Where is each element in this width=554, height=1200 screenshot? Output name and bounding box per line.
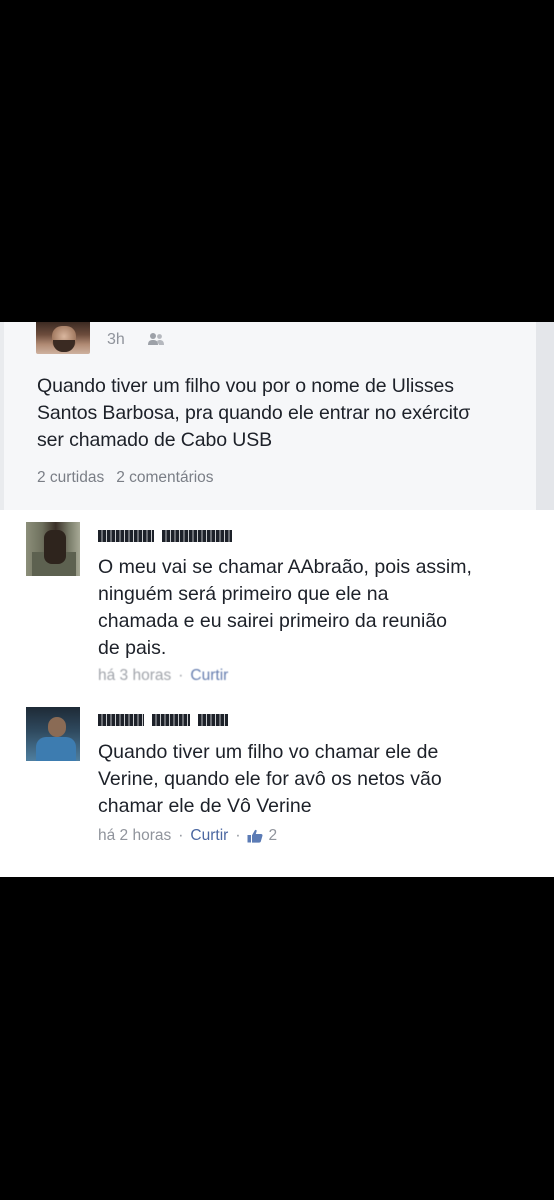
avatar-shape <box>36 737 76 761</box>
comment-meta: há 2 horas · Curtir · 2 <box>98 827 277 845</box>
post-text: Quando tiver um filho vou por o nome de … <box>37 373 507 454</box>
thumbs-up-icon[interactable] <box>247 829 264 843</box>
pixelated-name <box>98 714 144 726</box>
likes-count[interactable]: 2 curtidas <box>37 469 104 486</box>
comment-text-line: O meu vai se chamar AAbraão, pois assim, <box>98 556 472 578</box>
comment-text-line: Verine, quando ele for avô os netos vão <box>98 768 442 790</box>
comment-timestamp[interactable]: há 3 horas <box>98 667 171 685</box>
post-text-line: ser chamado de Cabo USB <box>37 429 273 451</box>
comment-meta: há 3 horas · Curtir <box>98 667 228 685</box>
comment-text: Quando tiver um filho vo chamar ele de V… <box>98 739 538 820</box>
comment-author-name[interactable] <box>98 528 232 544</box>
comment-text-line: chamada e eu sairei primeiro da reunião <box>98 610 448 632</box>
comment-author-avatar[interactable] <box>26 522 80 576</box>
post-text-line: Santos Barbosa, pra quando ele entrar no… <box>37 402 471 424</box>
comment-author-avatar[interactable] <box>26 707 80 761</box>
comment-text-line: ninguém será primeiro que ele na <box>98 583 389 605</box>
avatar-beard <box>53 340 75 352</box>
screen: 3h Quando tiver um filho vou por o nome … <box>0 0 554 1200</box>
post-card: 3h Quando tiver um filho vou por o nome … <box>0 322 554 877</box>
like-button[interactable]: Curtir <box>190 827 228 845</box>
pixelated-name <box>198 714 228 726</box>
post-timestamp[interactable]: 3h <box>107 331 125 349</box>
friends-icon <box>148 333 164 345</box>
comment-text-line: Quando tiver um filho vo chamar ele de <box>98 741 439 763</box>
comment-timestamp[interactable]: há 2 horas <box>98 827 171 845</box>
pixelated-name <box>98 530 154 542</box>
like-button[interactable]: Curtir <box>190 667 228 685</box>
pixelated-name <box>152 714 190 726</box>
post: 3h Quando tiver um filho vou por o nome … <box>0 322 536 510</box>
comment-text-line: de pais. <box>98 637 167 659</box>
post-author-avatar[interactable] <box>36 322 90 354</box>
post-text-line: Quando tiver um filho vou por o nome de … <box>37 375 454 397</box>
post-stats: 2 curtidas 2 comentários <box>37 469 214 487</box>
comment-text-line: chamar ele de Vô Verine <box>98 795 312 817</box>
comment-text: O meu vai se chamar AAbraão, pois assim,… <box>98 554 538 662</box>
like-count: 2 <box>268 827 278 844</box>
left-border <box>0 322 4 510</box>
separator-dot: · <box>178 827 184 844</box>
comment-author-name[interactable] <box>98 712 228 728</box>
right-border <box>536 322 554 510</box>
comments-count[interactable]: 2 comentários <box>116 469 213 486</box>
separator-dot: · <box>178 667 184 684</box>
pixelated-name <box>162 530 232 542</box>
avatar-shape <box>48 717 66 737</box>
separator-dot: · <box>235 827 241 844</box>
avatar-shape <box>44 530 66 564</box>
